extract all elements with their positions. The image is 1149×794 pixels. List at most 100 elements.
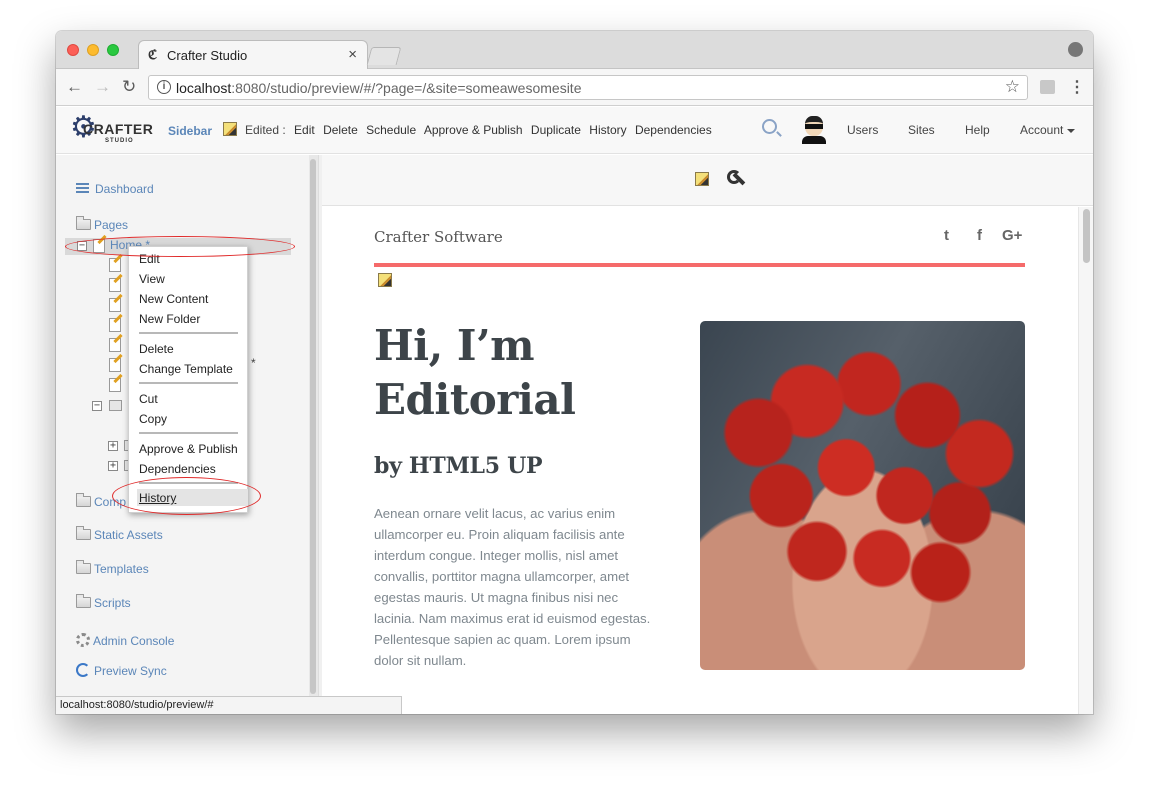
highlight-circle-home <box>65 236 295 257</box>
sidebar-item-pages[interactable]: Pages <box>76 216 129 232</box>
page-icon <box>109 358 121 372</box>
sidebar-scrollbar[interactable] <box>309 155 318 714</box>
sidebar-toggle[interactable]: Sidebar <box>168 124 212 138</box>
bookmark-star-icon[interactable]: ☆ <box>1005 77 1020 97</box>
sidebar-item-admin-console[interactable]: Admin Console <box>76 633 174 648</box>
toolbar-schedule[interactable]: Schedule <box>366 123 416 137</box>
sidebar-item-templates[interactable]: Templates <box>76 560 149 576</box>
folder-icon <box>76 526 91 540</box>
tab-title: Crafter Studio <box>167 48 248 63</box>
url-host: localhost <box>176 80 232 96</box>
sidebar-scrollbar-thumb[interactable] <box>310 159 316 694</box>
preview-scrollbar-thumb[interactable] <box>1083 209 1090 263</box>
folder-icon <box>76 594 91 608</box>
ctx-delete[interactable]: Delete <box>139 342 174 356</box>
browser-menu-icon[interactable]: ⋮ <box>1069 77 1085 97</box>
sidebar-item-dashboard[interactable]: Dashboard <box>76 182 154 196</box>
folder-icon <box>76 216 91 230</box>
close-window-button[interactable] <box>67 44 79 56</box>
folder-icon <box>76 560 91 574</box>
nav-account[interactable]: Account <box>1020 123 1076 137</box>
pages-label: Pages <box>94 218 129 232</box>
ctx-dependencies[interactable]: Dependencies <box>139 462 216 476</box>
page-icon <box>109 378 121 392</box>
minimize-window-button[interactable] <box>87 44 99 56</box>
preview-scrollbar[interactable] <box>1078 207 1093 714</box>
ctx-divider <box>139 432 238 434</box>
sidebar-item-static-assets[interactable]: Static Assets <box>76 526 163 542</box>
inline-edit-pencil-icon[interactable] <box>378 273 392 287</box>
folder-icon <box>109 400 122 411</box>
edited-label: Edited : <box>245 123 286 137</box>
search-icon[interactable] <box>762 119 777 134</box>
toolbar-approve-publish[interactable]: Approve & Publish <box>424 123 523 137</box>
edit-pencil-icon[interactable] <box>223 122 237 136</box>
highlight-circle-history <box>112 477 261 515</box>
toolbar-duplicate[interactable]: Duplicate <box>531 123 581 137</box>
site-brand[interactable]: Crafter Software <box>374 228 503 246</box>
header-divider <box>374 263 1025 267</box>
zoom-window-button[interactable] <box>107 44 119 56</box>
avatar[interactable] <box>802 116 826 144</box>
context-menu: Edit View New Content New Folder Delete … <box>128 246 248 513</box>
nav-sites[interactable]: Sites <box>908 123 935 137</box>
back-arrow-icon[interactable]: ← <box>66 77 83 97</box>
preview-page: Crafter Software t f G+ Hi, I’m Editoria… <box>322 207 1078 714</box>
toolbar-actions: Edited : Edit Delete Schedule Approve & … <box>245 123 717 137</box>
chevron-down-icon <box>1067 128 1076 133</box>
ctx-copy[interactable]: Copy <box>139 412 167 426</box>
avatar-glasses <box>805 124 823 129</box>
tab-bar: ℭ Crafter Studio × <box>56 31 1093 70</box>
ctx-new-folder[interactable]: New Folder <box>139 312 200 326</box>
toolbar-edit[interactable]: Edit <box>294 123 315 137</box>
nav-help[interactable]: Help <box>965 123 990 137</box>
ctx-view[interactable]: View <box>139 272 165 286</box>
sidebar-item-scripts[interactable]: Scripts <box>76 594 131 610</box>
url-path: :8080/studio/preview/#/?page=/&site=some… <box>231 80 582 96</box>
nav-users[interactable]: Users <box>847 123 878 137</box>
status-bar-url: localhost:8080/studio/preview/# <box>56 696 402 714</box>
collapse-toggle-icon[interactable]: − <box>92 401 102 411</box>
gear-icon <box>76 633 90 647</box>
dashboard-label: Dashboard <box>95 182 154 196</box>
preview-sync-label: Preview Sync <box>94 664 167 678</box>
tab-close-icon[interactable]: × <box>348 46 357 63</box>
ctx-approve-publish[interactable]: Approve & Publish <box>139 442 238 456</box>
extension-icon[interactable] <box>1040 80 1055 94</box>
forward-arrow-icon[interactable]: → <box>94 77 111 97</box>
static-assets-label: Static Assets <box>94 528 163 542</box>
expand-toggle-icon[interactable]: + <box>108 461 118 471</box>
wrench-icon[interactable] <box>727 170 743 188</box>
profile-icon[interactable] <box>1068 42 1083 57</box>
crafter-studio-logo[interactable]: ⚙ CRAFTER STUDIO <box>70 111 153 151</box>
logo-subtext: STUDIO <box>105 138 134 144</box>
crafter-favicon-icon: ℭ <box>148 47 158 62</box>
google-plus-icon[interactable]: G+ <box>1002 227 1022 244</box>
url-input[interactable]: i localhost:8080/studio/preview/#/?page=… <box>148 75 1028 100</box>
sync-icon <box>76 663 90 677</box>
edit-mode-pencil-icon[interactable] <box>695 172 709 186</box>
expand-toggle-icon[interactable]: + <box>108 441 118 451</box>
templates-label: Templates <box>94 562 149 576</box>
page-icon <box>109 278 121 292</box>
facebook-icon[interactable]: f <box>977 227 982 244</box>
reload-icon[interactable]: ↻ <box>122 77 136 97</box>
new-tab-button[interactable] <box>366 47 402 65</box>
sidebar-item-preview-sync[interactable]: Preview Sync <box>76 663 167 678</box>
ctx-change-template[interactable]: Change Template <box>139 362 233 376</box>
toolbar-dependencies[interactable]: Dependencies <box>635 123 712 137</box>
info-icon[interactable]: i <box>157 80 171 94</box>
tab-crafter-studio[interactable]: ℭ Crafter Studio × <box>138 40 368 70</box>
twitter-icon[interactable]: t <box>944 227 949 244</box>
toolbar-history[interactable]: History <box>589 123 626 137</box>
address-bar: ← → ↻ i localhost:8080/studio/preview/#/… <box>56 69 1093 106</box>
url-text: localhost:8080/studio/preview/#/?page=/&… <box>176 80 581 96</box>
folder-icon <box>76 493 91 507</box>
ctx-new-content[interactable]: New Content <box>139 292 208 306</box>
page-icon <box>109 318 121 332</box>
toolbar-delete[interactable]: Delete <box>323 123 358 137</box>
scripts-label: Scripts <box>94 596 131 610</box>
hero-headline: Hi, I’m Editorial <box>374 321 576 424</box>
preview-toolbar <box>322 155 1093 206</box>
ctx-cut[interactable]: Cut <box>139 392 158 406</box>
